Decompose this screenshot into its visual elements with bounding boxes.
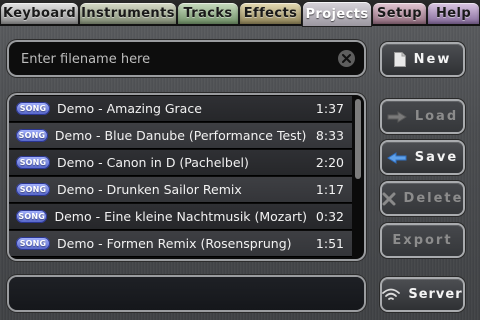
clear-circle-icon[interactable] [338,50,355,67]
song-duration: 8:33 [315,128,344,143]
filename-input[interactable] [19,48,331,71]
document-icon [393,52,406,67]
song-badge: SONG [16,237,50,250]
tab-instruments[interactable]: Instruments [80,3,176,24]
song-title: Demo - Canon in D (Pachelbel) [57,155,249,170]
save-button-label: Save [414,150,459,165]
arrow-left-icon [386,151,407,164]
save-button[interactable]: Save [382,142,463,173]
list-item[interactable]: SONG Demo - Eine kleine Nachtmusik (Moza… [9,204,352,230]
tab-help[interactable]: Help [428,3,479,24]
tab-setup[interactable]: Setup [373,3,426,24]
export-button-label: Export [392,233,453,248]
song-duration: 1:51 [315,236,344,251]
load-button-label: Load [414,109,459,124]
server-button-label: Server [408,287,463,302]
song-duration: 1:17 [315,182,344,197]
song-duration: 0:32 [315,209,344,224]
wifi-icon [382,288,401,302]
song-title: Demo - Eine kleine Nachtmusik (Mozart) [54,209,307,224]
song-badge: SONG [16,156,50,169]
tab-tracks[interactable]: Tracks [178,3,238,24]
list-item[interactable]: SONG Demo - Formen Remix (Rosensprung) 1… [9,231,352,257]
list-scrollbar[interactable] [355,99,361,179]
server-button[interactable]: Server [382,279,463,310]
song-title: Demo - Formen Remix (Rosensprung) [57,236,292,251]
tab-bar: Keyboard Instruments Tracks Effects Proj… [0,0,480,26]
list-item[interactable]: SONG Demo - Drunken Sailor Remix 1:17 [9,177,352,203]
delete-button[interactable]: Delete [382,183,463,214]
list-item[interactable]: SONG Demo - Canon in D (Pachelbel) 2:20 [9,150,352,176]
new-button[interactable]: New [382,44,463,75]
list-item[interactable]: SONG Demo - Amazing Grace 1:37 [9,96,352,122]
song-title: Demo - Blue Danube (Performance Test) [54,128,307,143]
load-button[interactable]: Load [382,101,463,132]
new-button-label: New [413,52,452,67]
status-panel [9,277,364,310]
song-list[interactable]: SONG Demo - Amazing Grace 1:37 SONG Demo… [9,95,364,259]
list-item[interactable]: SONG Demo - Blue Danube (Performance Tes… [9,123,352,149]
song-badge: SONG [16,102,50,115]
song-duration: 2:20 [315,155,344,170]
song-badge: SONG [16,183,50,196]
tab-effects[interactable]: Effects [240,3,301,24]
song-title: Demo - Drunken Sailor Remix [57,182,242,197]
song-duration: 1:37 [315,101,344,116]
arrow-right-icon [387,110,407,123]
song-title: Demo - Amazing Grace [57,101,202,116]
filename-field [9,42,364,75]
delete-button-label: Delete [403,191,464,206]
tab-keyboard[interactable]: Keyboard [1,3,78,24]
export-button[interactable]: Export [382,225,463,256]
tab-projects[interactable]: Projects [303,2,371,26]
x-icon [382,192,396,206]
song-badge: SONG [16,129,48,142]
song-badge: SONG [16,210,48,223]
